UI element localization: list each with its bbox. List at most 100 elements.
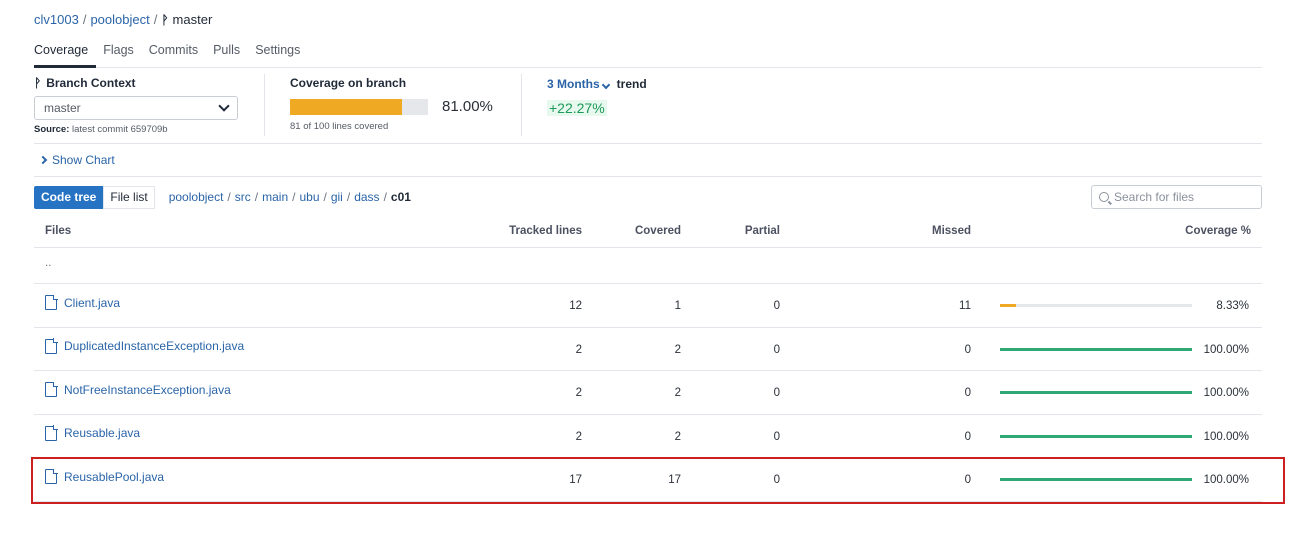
tracked-lines-cell: 12 xyxy=(569,300,582,312)
trend: 3 Months trend +22.27% xyxy=(547,77,647,116)
table-row[interactable]: NotFreeInstanceException.java 2 2 0 0 100.00% xyxy=(34,371,1262,415)
breadcrumb-owner-link[interactable]: clv1003 xyxy=(34,12,79,27)
coverage-lines-covered: 81 of 100 lines covered xyxy=(290,121,389,132)
file-icon xyxy=(45,294,58,310)
branch-icon: ᚹ xyxy=(161,12,169,27)
path-separator: / xyxy=(383,190,387,204)
file-link[interactable]: DuplicatedInstanceException.java xyxy=(64,339,244,353)
file-toolbar: Code tree File list poolobject / src / mai… xyxy=(34,185,1262,209)
header-files[interactable]: Files xyxy=(45,225,71,237)
missed-cell: 0 xyxy=(964,430,971,443)
source-text: latest commit 659709b xyxy=(72,124,168,135)
path-separator: / xyxy=(323,190,327,204)
tab-commits[interactable]: Commits xyxy=(142,42,206,68)
path-segment[interactable]: gii xyxy=(331,190,343,204)
parent-directory-link[interactable]: .. xyxy=(45,257,51,269)
chevron-down-icon xyxy=(218,100,230,112)
file-cell: NotFreeInstanceException.java xyxy=(45,381,231,397)
path-separator: / xyxy=(292,190,296,204)
file-list-button[interactable]: File list xyxy=(103,185,155,209)
coverage-bar-fill xyxy=(1000,391,1192,394)
tab-settings[interactable]: Settings xyxy=(248,42,308,68)
breadcrumb-branch: ᚹ master xyxy=(161,12,212,27)
file-link[interactable]: Reusable.java xyxy=(64,426,140,440)
path-separator: / xyxy=(346,190,351,204)
covered-cell: 2 xyxy=(674,430,681,443)
path-segment[interactable]: ubu xyxy=(299,190,319,204)
tab-flags[interactable]: Flags xyxy=(96,42,142,68)
path-separator: / xyxy=(254,190,259,204)
divider xyxy=(521,74,522,136)
path-segment[interactable]: poolobject xyxy=(169,190,224,204)
branch-icon: ᚹ xyxy=(34,76,42,90)
file-icon xyxy=(45,425,58,441)
tracked-lines-cell: 2 xyxy=(575,343,582,356)
covered-cell: 1 xyxy=(674,300,681,312)
coverage-bar xyxy=(1000,391,1192,394)
trend-value: +22.27% xyxy=(547,100,607,116)
branch-context: ᚹ Branch Context master Source: latest c… xyxy=(34,76,249,135)
code-tree-button[interactable]: Code tree xyxy=(34,185,104,209)
coverage-percent: 81.00% xyxy=(442,98,493,115)
trend-label: trend xyxy=(616,77,647,91)
breadcrumb-separator: / xyxy=(82,12,87,27)
divider xyxy=(264,74,265,136)
missed-cell: 0 xyxy=(964,343,971,356)
header-tracked-lines[interactable]: Tracked lines xyxy=(509,225,582,237)
show-chart-toggle[interactable]: Show Chart xyxy=(34,144,1262,177)
file-link[interactable]: NotFreeInstanceException.java xyxy=(64,383,231,397)
tab-bar: Coverage Flags Commits Pulls Settings xyxy=(34,42,1262,68)
path-segment[interactable]: dass xyxy=(354,190,379,204)
coverage-title: Coverage on branch xyxy=(290,76,407,90)
path-segment[interactable]: src xyxy=(235,190,251,204)
source-label: Source: xyxy=(34,124,70,135)
table-row[interactable]: Client.java 12 1 0 11 8.33% xyxy=(34,284,1262,328)
coverage-percent-cell: 100.00% xyxy=(1203,387,1249,399)
missed-cell: 0 xyxy=(964,387,971,399)
tab-pulls[interactable]: Pulls xyxy=(206,42,248,68)
breadcrumb-repo-link[interactable]: poolobject xyxy=(90,12,149,27)
path-separator: / xyxy=(227,190,231,204)
partial-cell: 0 xyxy=(773,387,780,399)
coverage-summary: ᚹ Branch Context master Source: latest c… xyxy=(34,68,1262,144)
header-missed[interactable]: Missed xyxy=(932,225,971,237)
header-partial[interactable]: Partial xyxy=(745,225,780,237)
branch-context-label: Branch Context xyxy=(46,76,136,90)
partial-cell: 0 xyxy=(773,430,780,443)
trend-period-dropdown[interactable]: 3 Months xyxy=(547,77,613,91)
parent-directory-row[interactable]: .. xyxy=(34,248,1262,284)
header-covered[interactable]: Covered xyxy=(635,225,681,237)
chevron-right-icon xyxy=(38,155,48,165)
path-segment[interactable]: main xyxy=(262,190,288,204)
branch-source: Source: latest commit 659709b xyxy=(34,124,249,135)
missed-cell: 11 xyxy=(959,300,971,312)
breadcrumb-branch-label: master xyxy=(172,12,213,27)
coverage-percent-cell: 100.00% xyxy=(1203,430,1249,443)
tab-coverage[interactable]: Coverage xyxy=(34,42,97,68)
path-current: c01 xyxy=(390,190,411,204)
search-input[interactable] xyxy=(1114,190,1254,204)
file-icon xyxy=(45,381,58,397)
branch-select[interactable]: master xyxy=(34,96,238,120)
header-coverage[interactable]: Coverage % xyxy=(1185,225,1251,237)
table-row[interactable]: DuplicatedInstanceException.java 2 2 0 0 100.… xyxy=(34,328,1262,371)
tracked-lines-cell: 2 xyxy=(575,387,582,399)
partial-cell: 0 xyxy=(773,300,780,312)
search-box xyxy=(1091,185,1262,209)
coverage-bar-fill xyxy=(1000,434,1192,438)
file-link[interactable]: Client.java xyxy=(64,296,120,310)
coverage-bar xyxy=(1000,347,1192,351)
coverage-percent-cell: 8.33% xyxy=(1216,300,1249,312)
file-cell: Reusable.java xyxy=(45,425,140,441)
covered-cell: 2 xyxy=(674,343,681,356)
highlight-box xyxy=(31,457,1285,504)
coverage-bar xyxy=(1000,304,1192,307)
coverage-progress-fill xyxy=(290,98,402,115)
coverage-progress-bar xyxy=(290,98,428,115)
table-row[interactable]: Reusable.java 2 2 0 0 100.00% xyxy=(34,415,1262,458)
breadcrumb: clv1003 / poolobject / ᚹ master xyxy=(34,12,212,27)
table-header: Files Tracked lines Covered Partial Miss… xyxy=(34,216,1262,248)
branch-context-title: ᚹ Branch Context xyxy=(34,76,249,90)
covered-cell: 2 xyxy=(674,387,681,399)
coverage-bar-fill xyxy=(1000,347,1192,351)
